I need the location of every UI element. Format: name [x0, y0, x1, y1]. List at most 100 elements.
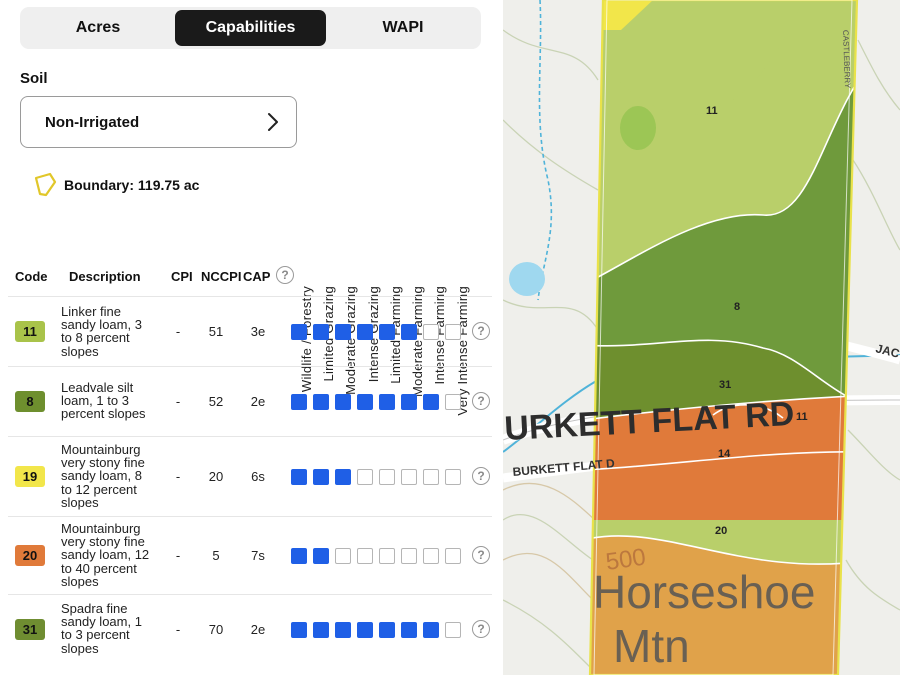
map-canvas[interactable]: 11 8 31 11 14 20 URKETT FLAT RD BURKETT …	[503, 0, 900, 675]
table-row[interactable]: 19 Mountainburg very stony fine sandy loa…	[8, 436, 492, 516]
cpi-column-header: CPI	[171, 269, 193, 284]
cap-value: 2e	[250, 394, 266, 409]
code-column-header: Code	[15, 269, 48, 284]
capability-box	[291, 469, 307, 485]
capability-box	[313, 469, 329, 485]
capability-box	[445, 324, 461, 340]
cap-value: 7s	[251, 548, 265, 563]
soil-code-badge: 20	[15, 545, 45, 566]
place-name: Mtn	[613, 620, 690, 672]
capability-box	[335, 622, 351, 638]
boundary-acreage: Boundary: 119.75 ac	[64, 177, 200, 193]
cap-value: 2e	[250, 622, 266, 637]
capability-box	[445, 394, 461, 410]
soil-zone-label: 20	[715, 525, 727, 537]
chevron-right-icon	[268, 113, 278, 131]
tab-wapi[interactable]: WAPI	[328, 10, 478, 46]
capability-box	[357, 324, 373, 340]
cpi-value: -	[175, 394, 181, 409]
capability-box	[335, 394, 351, 410]
description-column-header: Description	[69, 269, 141, 284]
help-icon[interactable]: ?	[472, 392, 490, 410]
nccpi-value: 52	[208, 394, 224, 409]
capability-indicators	[291, 469, 467, 485]
soil-zone-label: 11	[706, 105, 718, 117]
capability-indicators	[291, 622, 467, 638]
capability-box	[445, 469, 461, 485]
tab-acres[interactable]: Acres	[23, 10, 173, 46]
capability-box	[401, 548, 417, 564]
capability-box	[423, 324, 439, 340]
help-icon[interactable]: ?	[472, 322, 490, 340]
capability-indicators	[291, 548, 467, 564]
nccpi-value: 5	[212, 548, 220, 563]
capability-box	[357, 622, 373, 638]
soil-description: Spadra fine sandy loam, 1 to 3 percent s…	[61, 601, 142, 656]
capability-box	[401, 324, 417, 340]
capability-box	[357, 548, 373, 564]
soil-zone-label: 8	[734, 301, 740, 313]
help-icon[interactable]: ?	[472, 546, 490, 564]
capability-indicators	[291, 324, 467, 340]
nccpi-value: 70	[208, 622, 224, 637]
tab-capabilities[interactable]: Capabilities	[175, 10, 326, 46]
soil-zone-label: 31	[719, 379, 731, 391]
capability-box	[445, 622, 461, 638]
cap-value: 3e	[250, 324, 266, 339]
soil-code-badge: 11	[15, 321, 45, 342]
capability-box	[445, 548, 461, 564]
table-row[interactable]: 8 Leadvale silt loam, 1 to 3 percent slop…	[8, 366, 492, 436]
capability-box	[379, 324, 395, 340]
soil-zone-label: 11	[796, 411, 808, 423]
capability-box	[401, 394, 417, 410]
capability-box	[291, 394, 307, 410]
cpi-value: -	[175, 469, 181, 484]
capability-box	[357, 394, 373, 410]
capability-box	[313, 548, 329, 564]
cpi-value: -	[175, 622, 181, 637]
cpi-value: -	[175, 548, 181, 563]
table-row[interactable]: 31 Spadra fine sandy loam, 1 to 3 percent…	[8, 594, 492, 664]
soil-code-badge: 19	[15, 466, 45, 487]
nccpi-value: 20	[208, 469, 224, 484]
capability-box	[423, 622, 439, 638]
help-icon[interactable]: ?	[472, 620, 490, 638]
capability-indicators	[291, 394, 467, 410]
capability-box	[379, 394, 395, 410]
help-icon[interactable]: ?	[472, 467, 490, 485]
nccpi-column-header: NCCPI	[201, 269, 242, 284]
soil-description: Linker fine sandy loam, 3 to 8 percent s…	[61, 304, 142, 359]
soil-description: Leadvale silt loam, 1 to 3 percent slope…	[61, 380, 146, 422]
capability-box	[379, 622, 395, 638]
soil-description: Mountainburg very stony fine sandy loam,…	[61, 521, 150, 589]
capability-box	[291, 324, 307, 340]
boundary-info: Boundary: 119.75 ac	[34, 172, 199, 198]
nccpi-value: 51	[208, 324, 224, 339]
irrigation-selector[interactable]: Non-Irrigated	[20, 96, 297, 148]
capability-box	[335, 469, 351, 485]
capability-box	[423, 548, 439, 564]
soil-code-badge: 8	[15, 391, 45, 412]
capability-box	[379, 548, 395, 564]
soil-description: Mountainburg very stony fine sandy loam,…	[61, 442, 145, 510]
cpi-value: -	[175, 324, 181, 339]
table-row[interactable]: 20 Mountainburg very stony fine sandy loa…	[8, 516, 492, 594]
capability-box	[313, 394, 329, 410]
capability-box	[335, 548, 351, 564]
table-row[interactable]: 11 Linker fine sandy loam, 3 to 8 percent…	[8, 296, 492, 366]
capability-box	[291, 622, 307, 638]
help-icon[interactable]: ?	[276, 266, 294, 284]
capability-box	[423, 469, 439, 485]
soil-section-title: Soil	[20, 70, 48, 87]
cap-value: 6s	[251, 469, 265, 484]
capability-box	[401, 622, 417, 638]
capability-box	[313, 622, 329, 638]
boundary-polygon-icon	[34, 172, 57, 197]
place-name: Horseshoe	[593, 566, 815, 618]
map-view[interactable]: 11 8 31 11 14 20 URKETT FLAT RD BURKETT …	[503, 0, 900, 675]
soil-capabilities-panel: Acres Capabilities WAPI Soil Non-Irrigat…	[0, 0, 503, 675]
capability-box	[291, 548, 307, 564]
cap-column-header: CAP	[243, 269, 271, 284]
capability-box	[357, 469, 373, 485]
view-tabs: Acres Capabilities WAPI	[20, 7, 481, 49]
